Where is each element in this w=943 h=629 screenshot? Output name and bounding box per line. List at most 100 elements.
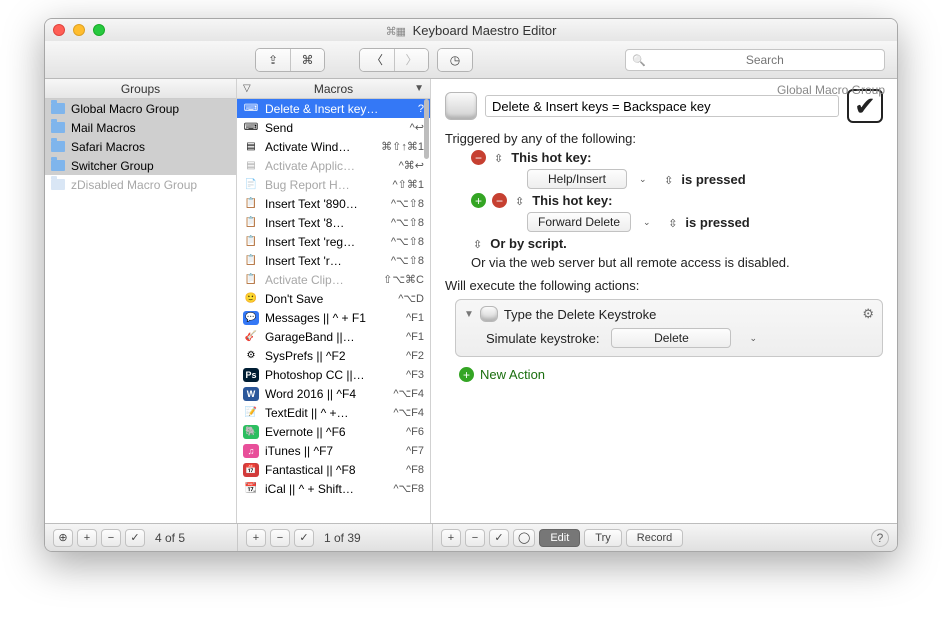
action-item[interactable]: ▼ Type the Delete Keystroke ⚙ Simulate k… — [455, 299, 883, 357]
share-button[interactable]: ⇪ — [256, 49, 290, 71]
macros-scrollbar[interactable] — [423, 99, 430, 269]
group-row[interactable]: zDisabled Macro Group — [45, 175, 236, 194]
macro-row[interactable]: ▤Activate Applic…^⌘↩ — [237, 156, 430, 175]
add-group-button[interactable]: + — [77, 529, 97, 547]
group-row[interactable]: Safari Macros — [45, 137, 236, 156]
macro-row[interactable]: 📋Insert Text '890…^⌥⇧8 — [237, 194, 430, 213]
group-row[interactable]: Mail Macros — [45, 118, 236, 137]
group-label: zDisabled Macro Group — [71, 178, 230, 192]
chevron-down-icon[interactable]: ⌄ — [639, 174, 647, 185]
macro-row[interactable]: 💬Messages || ^ + F1^F1 — [237, 308, 430, 327]
settings-button[interactable]: ◯ — [513, 529, 535, 547]
macro-row[interactable]: 📄Bug Report H…^⇧⌘1 — [237, 175, 430, 194]
record-button[interactable]: Record — [626, 529, 683, 547]
edit-mode-button[interactable]: Edit — [539, 529, 580, 547]
trigger-1: − This hot key: — [471, 150, 883, 165]
macro-row[interactable]: PsPhotoshop CC ||…^F3 — [237, 365, 430, 384]
group-row[interactable]: Global Macro Group — [45, 99, 236, 118]
remove-trigger-button[interactable]: − — [471, 150, 486, 165]
zoom-button[interactable] — [93, 24, 105, 36]
enable-macro-button[interactable]: ✓ — [294, 529, 314, 547]
clip-icon: 📋 — [243, 254, 259, 268]
disclosure-icon[interactable]: ▼ — [414, 83, 424, 94]
macro-row[interactable]: 📅Fantastical || ^F8^F8 — [237, 460, 430, 479]
enable-action-button[interactable]: ✓ — [489, 529, 509, 547]
stepper-icon[interactable] — [662, 172, 675, 187]
doc-icon: 📄 — [243, 178, 259, 192]
folder-icon — [51, 160, 65, 171]
sort-icon[interactable]: ▽ — [243, 83, 251, 94]
stepper-icon[interactable] — [666, 215, 679, 230]
it-icon: ♫ — [243, 444, 259, 458]
macro-row[interactable]: 🙂Don't Save^⌥D — [237, 289, 430, 308]
command-icon: ⌘ — [302, 53, 314, 67]
breadcrumb[interactable]: Global Macro Group — [777, 83, 885, 97]
macro-label: Activate Wind… — [265, 140, 375, 154]
macro-label: Photoshop CC ||… — [265, 368, 380, 382]
stepper-icon[interactable] — [492, 150, 505, 165]
search-field[interactable] — [625, 49, 885, 71]
macro-row[interactable]: 🐘Evernote || ^F6^F6 — [237, 422, 430, 441]
help-button[interactable]: ? — [871, 529, 889, 547]
remove-action-button[interactable]: − — [465, 529, 485, 547]
new-action-button[interactable]: + New Action — [459, 367, 883, 382]
try-button[interactable]: Try — [584, 529, 621, 547]
macro-row[interactable]: ⌨Delete & Insert key…? — [237, 99, 430, 118]
macro-row[interactable]: ⌨Send^↩ — [237, 118, 430, 137]
history-segment: ◷ — [437, 48, 473, 72]
hotkey-1-value[interactable]: Help/Insert — [527, 169, 627, 189]
chevron-down-icon[interactable]: ⌄ — [749, 333, 757, 344]
back-button[interactable]: 〈 — [360, 49, 394, 71]
macro-row[interactable]: 📋Insert Text '8…^⌥⇧8 — [237, 213, 430, 232]
macro-label: SysPrefs || ^F2 — [265, 349, 380, 363]
macros-header[interactable]: ▽ Macros ▼ — [237, 79, 430, 99]
share-segment: ⇪ ⌘ — [255, 48, 325, 72]
command-button[interactable]: ⌘ — [290, 49, 324, 71]
macro-row[interactable]: ♫iTunes || ^F7^F7 — [237, 441, 430, 460]
chevron-down-icon[interactable]: ⌄ — [643, 217, 651, 228]
macro-row[interactable]: ⚙SysPrefs || ^F2^F2 — [237, 346, 430, 365]
add-action-button[interactable]: + — [441, 529, 461, 547]
ps-icon: Ps — [243, 368, 259, 382]
macro-label: Insert Text 'reg… — [265, 235, 380, 249]
target-button[interactable]: ⊕ — [53, 529, 73, 547]
hotkey-2-value[interactable]: Forward Delete — [527, 212, 631, 232]
hotkey-label: This hot key: — [511, 150, 591, 165]
macro-row[interactable]: 🎸GarageBand ||…^F1 — [237, 327, 430, 346]
add-trigger-button[interactable]: + — [471, 193, 486, 208]
enable-group-button[interactable]: ✓ — [125, 529, 145, 547]
macro-row[interactable]: WWord 2016 || ^F4^⌥F4 — [237, 384, 430, 403]
macro-name-input[interactable] — [485, 95, 839, 117]
macro-row[interactable]: 📋Activate Clip…⇧⌥⌘C — [237, 270, 430, 289]
macro-icon[interactable] — [445, 92, 477, 120]
gear-icon[interactable]: ⚙ — [862, 306, 874, 322]
content-area: Groups Global Macro GroupMail MacrosSafa… — [45, 79, 897, 523]
groups-list[interactable]: Global Macro GroupMail MacrosSafari Macr… — [45, 99, 236, 523]
macro-shortcut: ^F6 — [386, 426, 424, 438]
macro-row[interactable]: 📆iCal || ^ + Shift…^⌥F8 — [237, 479, 430, 498]
remote-access-note: Or via the web server but all remote acc… — [471, 255, 883, 270]
history-button[interactable]: ◷ — [438, 49, 472, 71]
minimize-button[interactable] — [73, 24, 85, 36]
stepper-icon[interactable] — [513, 193, 526, 208]
will-execute-label: Will execute the following actions: — [445, 278, 883, 293]
remove-group-button[interactable]: − — [101, 529, 121, 547]
add-macro-button[interactable]: + — [246, 529, 266, 547]
group-row[interactable]: Switcher Group — [45, 156, 236, 175]
macros-list[interactable]: ⌨Delete & Insert key…?⌨Send^↩▤Activate W… — [237, 99, 430, 523]
remove-trigger-button[interactable]: − — [492, 193, 507, 208]
search-input[interactable] — [652, 53, 878, 67]
simulate-keystroke-select[interactable]: Delete — [611, 328, 731, 348]
macro-row[interactable]: ▤Activate Wind…⌘⇧↑⌘1 — [237, 137, 430, 156]
macro-row[interactable]: 📋Insert Text 'r…^⌥⇧8 — [237, 251, 430, 270]
remove-macro-button[interactable]: − — [270, 529, 290, 547]
forward-button[interactable]: 〉 — [394, 49, 428, 71]
macro-row[interactable]: 📝TextEdit || ^ +…^⌥F4 — [237, 403, 430, 422]
groups-header[interactable]: Groups — [45, 79, 236, 99]
macro-row[interactable]: 📋Insert Text 'reg…^⌥⇧8 — [237, 232, 430, 251]
ev-icon: 🐘 — [243, 425, 259, 439]
close-button[interactable] — [53, 24, 65, 36]
disclosure-triangle-icon[interactable]: ▼ — [464, 309, 474, 320]
stepper-icon[interactable] — [471, 236, 484, 251]
nav-segment: 〈 〉 — [359, 48, 429, 72]
